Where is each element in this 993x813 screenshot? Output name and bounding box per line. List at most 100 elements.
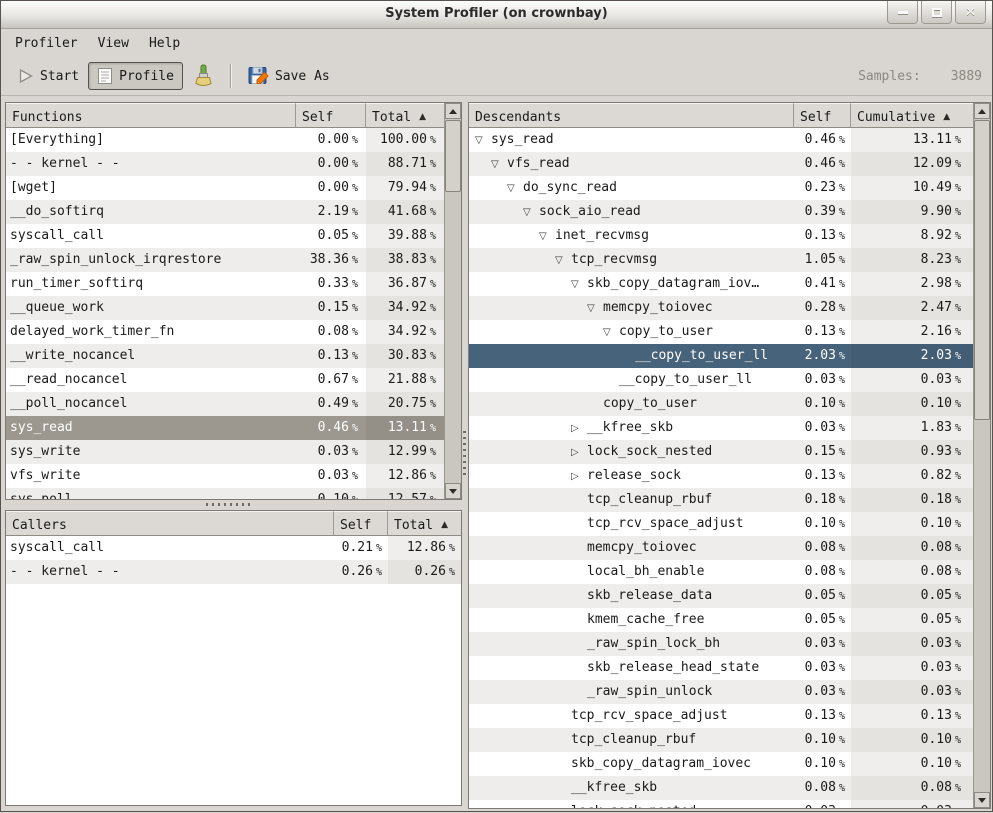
table-row[interactable]: [Everything]0.00%100.00%	[6, 128, 444, 152]
table-row[interactable]: ▽sys_read0.46%13.11%	[469, 128, 973, 152]
table-row[interactable]: copy_to_user0.10%0.10%	[469, 392, 973, 416]
table-row[interactable]: delayed_work_timer_fn0.08%34.92%	[6, 320, 444, 344]
table-row[interactable]: sys_poll0.10%12.57%	[6, 488, 444, 499]
table-row[interactable]: ▽memcpy_toiovec0.28%2.47%	[469, 296, 973, 320]
table-row[interactable]: tcp_cleanup_rbuf0.18%0.18%	[469, 488, 973, 512]
table-row[interactable]: run_timer_softirq0.33%36.87%	[6, 272, 444, 296]
expander-open-icon[interactable]: ▽	[539, 225, 555, 248]
table-row[interactable]: ▽vfs_read0.46%12.09%	[469, 152, 973, 176]
table-row[interactable]: ▷__kfree_skb0.03%1.83%	[469, 416, 973, 440]
menu-profiler[interactable]: Profiler	[5, 32, 88, 55]
table-row[interactable]: skb_copy_datagram_iovec0.10%0.10%	[469, 752, 973, 776]
minimize-button[interactable]	[887, 1, 918, 24]
table-row[interactable]: ▽skb_copy_datagram_iov…0.41%2.98%	[469, 272, 973, 296]
scrollbar-thumb[interactable]	[445, 120, 461, 192]
table-row[interactable]: __copy_to_user_ll0.03%0.03%	[469, 368, 973, 392]
column-header-self[interactable]: Self	[296, 103, 366, 128]
expander-open-icon[interactable]: ▽	[603, 321, 619, 344]
total-cell-value: 9.90	[921, 200, 952, 223]
percent-sign: %	[376, 561, 382, 584]
scroll-down-button[interactable]	[445, 483, 461, 499]
column-header-self[interactable]: Self	[794, 103, 851, 128]
column-header-self[interactable]: Self	[334, 511, 388, 536]
table-row[interactable]: __write_nocancel0.13%30.83%	[6, 344, 444, 368]
function-name-cell: ▽inet_recvmsg	[469, 224, 794, 248]
functions-scrollbar[interactable]	[444, 103, 461, 499]
column-header-descendants[interactable]: Descendants	[469, 103, 794, 128]
table-row[interactable]: __do_softirq2.19%41.68%	[6, 200, 444, 224]
table-row[interactable]: __read_nocancel0.67%21.88%	[6, 368, 444, 392]
scroll-down-button[interactable]	[974, 792, 990, 808]
table-row[interactable]: - - kernel - -0.00%88.71%	[6, 152, 444, 176]
maximize-button[interactable]	[921, 1, 952, 24]
table-row[interactable]: sys_read0.46%13.11%	[6, 416, 444, 440]
table-row[interactable]: local_bh_enable0.08%0.08%	[469, 560, 973, 584]
table-row[interactable]: ▽do_sync_read0.23%10.49%	[469, 176, 973, 200]
total-cell-value: 2.98	[921, 272, 952, 295]
table-row[interactable]: ▽inet_recvmsg0.13%8.92%	[469, 224, 973, 248]
table-row[interactable]: kmem_cache_free0.05%0.05%	[469, 608, 973, 632]
expander-open-icon[interactable]: ▽	[571, 273, 587, 296]
table-row[interactable]: _raw_spin_lock_bh0.03%0.03%	[469, 632, 973, 656]
function-name-cell: ▽copy_to_user	[469, 320, 794, 344]
table-row[interactable]: tcp_rcv_space_adjust0.10%0.10%	[469, 512, 973, 536]
expander-open-icon[interactable]: ▽	[507, 177, 523, 200]
descendants-scrollbar[interactable]	[973, 103, 990, 808]
function-name: tcp_recvmsg	[571, 252, 657, 267]
vertical-splitter-handle[interactable]	[463, 431, 466, 475]
column-header-functions[interactable]: Functions	[6, 103, 296, 128]
table-row[interactable]: _raw_spin_unlock_irqrestore38.36%38.83%	[6, 248, 444, 272]
expander-open-icon[interactable]: ▽	[475, 129, 491, 152]
expander-closed-icon[interactable]: ▷	[571, 441, 587, 464]
table-row[interactable]: __queue_work0.15%34.92%	[6, 296, 444, 320]
percent-sign: %	[839, 729, 845, 752]
reset-button[interactable]	[183, 59, 223, 93]
table-row[interactable]: skb_release_head_state0.03%0.03%	[469, 656, 973, 680]
table-row[interactable]: ▷release_sock0.13%0.82%	[469, 464, 973, 488]
save-as-button[interactable]: Save As	[239, 61, 339, 92]
column-header-cumulative[interactable]: Cumulative▲	[851, 103, 973, 128]
table-row[interactable]: [wget]0.00%79.94%	[6, 176, 444, 200]
table-row[interactable]: ▽tcp_recvmsg1.05%8.23%	[469, 248, 973, 272]
column-header-total[interactable]: Total▲	[366, 103, 444, 128]
column-header-total[interactable]: Total▲	[388, 511, 461, 536]
expander-open-icon[interactable]: ▽	[491, 153, 507, 176]
scroll-up-button[interactable]	[445, 103, 461, 119]
horizontal-splitter-handle[interactable]	[206, 503, 252, 506]
scrollbar-thumb[interactable]	[974, 120, 990, 420]
expander-open-icon[interactable]: ▽	[587, 297, 603, 320]
expander-closed-icon[interactable]: ▷	[571, 417, 587, 440]
table-row[interactable]: skb_release_data0.05%0.05%	[469, 584, 973, 608]
scroll-up-button[interactable]	[974, 103, 990, 119]
table-row[interactable]: tcp_rcv_space_adjust0.13%0.13%	[469, 704, 973, 728]
table-row[interactable]: ▽sock_aio_read0.39%9.90%	[469, 200, 973, 224]
self-cell: 38.36%	[296, 248, 366, 272]
table-row[interactable]: __poll_nocancel0.49%20.75%	[6, 392, 444, 416]
table-row[interactable]: vfs_write0.03%12.86%	[6, 464, 444, 488]
table-row[interactable]: syscall_call0.21%12.86%	[6, 536, 461, 560]
table-row[interactable]: sys_write0.03%12.99%	[6, 440, 444, 464]
menu-help[interactable]: Help	[139, 32, 190, 55]
function-name: sock_aio_read	[539, 204, 641, 219]
table-row[interactable]: ▽copy_to_user0.13%2.16%	[469, 320, 973, 344]
column-header-callers[interactable]: Callers	[6, 511, 334, 536]
function-name: __kfree_skb	[587, 420, 673, 435]
table-row[interactable]: __kfree_skb0.08%0.08%	[469, 776, 973, 800]
expander-open-icon[interactable]: ▽	[555, 249, 571, 272]
menu-view[interactable]: View	[88, 32, 139, 55]
table-row[interactable]: ▷lock_sock_nested0.15%0.93%	[469, 440, 973, 464]
close-button[interactable]: ✕	[955, 1, 986, 24]
profile-toggle-button[interactable]: Profile	[88, 62, 183, 90]
table-row[interactable]: - - kernel - -0.26%0.26%	[6, 560, 461, 584]
self-cell: 0.13%	[296, 344, 366, 368]
expander-open-icon[interactable]: ▽	[523, 201, 539, 224]
titlebar[interactable]: System Profiler (on crownbay) ✕	[1, 1, 992, 29]
table-row[interactable]: _raw_spin_unlock0.03%0.03%	[469, 680, 973, 704]
start-button[interactable]: Start	[9, 63, 88, 89]
expander-closed-icon[interactable]: ▷	[571, 465, 587, 488]
table-row[interactable]: __copy_to_user_ll2.03%2.03%	[469, 344, 973, 368]
table-row[interactable]: syscall_call0.05%39.88%	[6, 224, 444, 248]
table-row[interactable]: memcpy_toiovec0.08%0.08%	[469, 536, 973, 560]
table-row[interactable]: lock_sock_nested0.03%0.03%	[469, 800, 973, 808]
table-row[interactable]: tcp_cleanup_rbuf0.10%0.10%	[469, 728, 973, 752]
